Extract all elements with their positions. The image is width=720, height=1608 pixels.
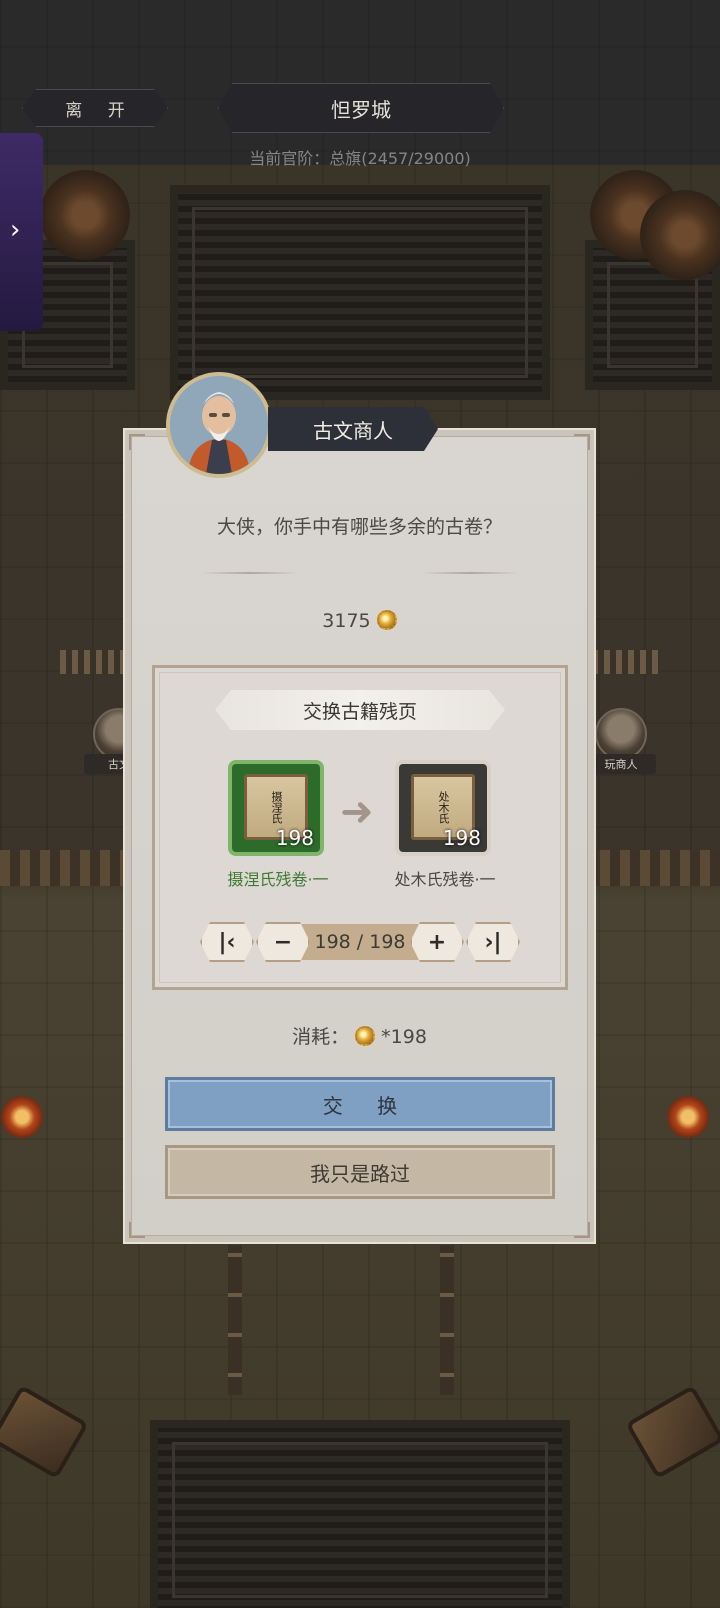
building-roof <box>150 1420 570 1608</box>
corner-ornament <box>574 1222 590 1238</box>
min-quantity-button[interactable]: |‹ <box>200 922 254 962</box>
item-quantity: 198 <box>275 826 314 850</box>
tree <box>640 190 720 280</box>
scroll-text: 处木氏 <box>437 790 450 824</box>
flower-decoration <box>666 1095 710 1139</box>
target-item-name: 处木氏残卷·一 <box>394 870 496 889</box>
exchange-cost: 消耗： *198 <box>123 1022 596 1049</box>
corner-ornament <box>129 434 145 450</box>
exchange-button[interactable]: 交 换 <box>165 1077 555 1131</box>
npc-avatar <box>595 708 647 760</box>
fence-post <box>228 1245 242 1395</box>
max-quantity-button[interactable]: ›| <box>466 922 520 962</box>
corner-ornament <box>574 434 590 450</box>
npc-merchant[interactable]: 玩商人 <box>586 708 656 774</box>
target-item-slot[interactable]: 处木氏 198 <box>395 760 491 856</box>
npc-name-plate: 古文商人 <box>268 407 438 451</box>
cost-label: 消耗： <box>292 1026 350 1048</box>
divider-left <box>200 572 300 574</box>
npc-question: 大侠，你手中有哪些多余的古卷？ <box>216 516 502 538</box>
elder-portrait-icon <box>170 376 268 474</box>
source-item-slot[interactable]: 摄涅氏 198 <box>228 760 324 856</box>
chevron-right-icon: › <box>10 215 21 245</box>
cart <box>625 1384 720 1480</box>
city-title: 怛罗城 <box>218 83 504 133</box>
exchange-panel-title: 交换古籍残页 <box>215 690 505 730</box>
arrow-right-icon: ➜ <box>340 789 374 835</box>
rank-status: 当前官阶：总旗(2457/29000) <box>249 149 471 168</box>
leave-button[interactable]: 离 开 <box>22 89 168 127</box>
currency-balance: 3175 <box>123 610 596 632</box>
npc-label: 玩商人 <box>586 754 656 774</box>
fence-post <box>440 1245 454 1395</box>
corner-ornament <box>129 1222 145 1238</box>
source-item-name: 摄涅氏残卷·一 <box>227 870 329 889</box>
scroll-text: 摄涅氏 <box>270 790 283 824</box>
coin-icon <box>355 1026 376 1046</box>
building-roof <box>170 185 550 400</box>
exchange-count: 198 / 198 <box>300 924 420 960</box>
balance-value: 3175 <box>322 610 371 632</box>
tree <box>40 170 130 260</box>
cart <box>0 1384 89 1480</box>
cost-value: *198 <box>381 1026 427 1048</box>
divider-right <box>420 572 520 574</box>
side-panel-toggle[interactable]: › <box>0 133 43 331</box>
increase-button[interactable]: + <box>410 922 464 962</box>
decrease-button[interactable]: − <box>256 922 310 962</box>
flower-decoration <box>0 1095 44 1139</box>
item-quantity: 198 <box>442 826 481 850</box>
npc-portrait <box>166 372 272 478</box>
pass-by-button[interactable]: 我只是路过 <box>165 1145 555 1199</box>
coin-icon <box>376 610 397 630</box>
